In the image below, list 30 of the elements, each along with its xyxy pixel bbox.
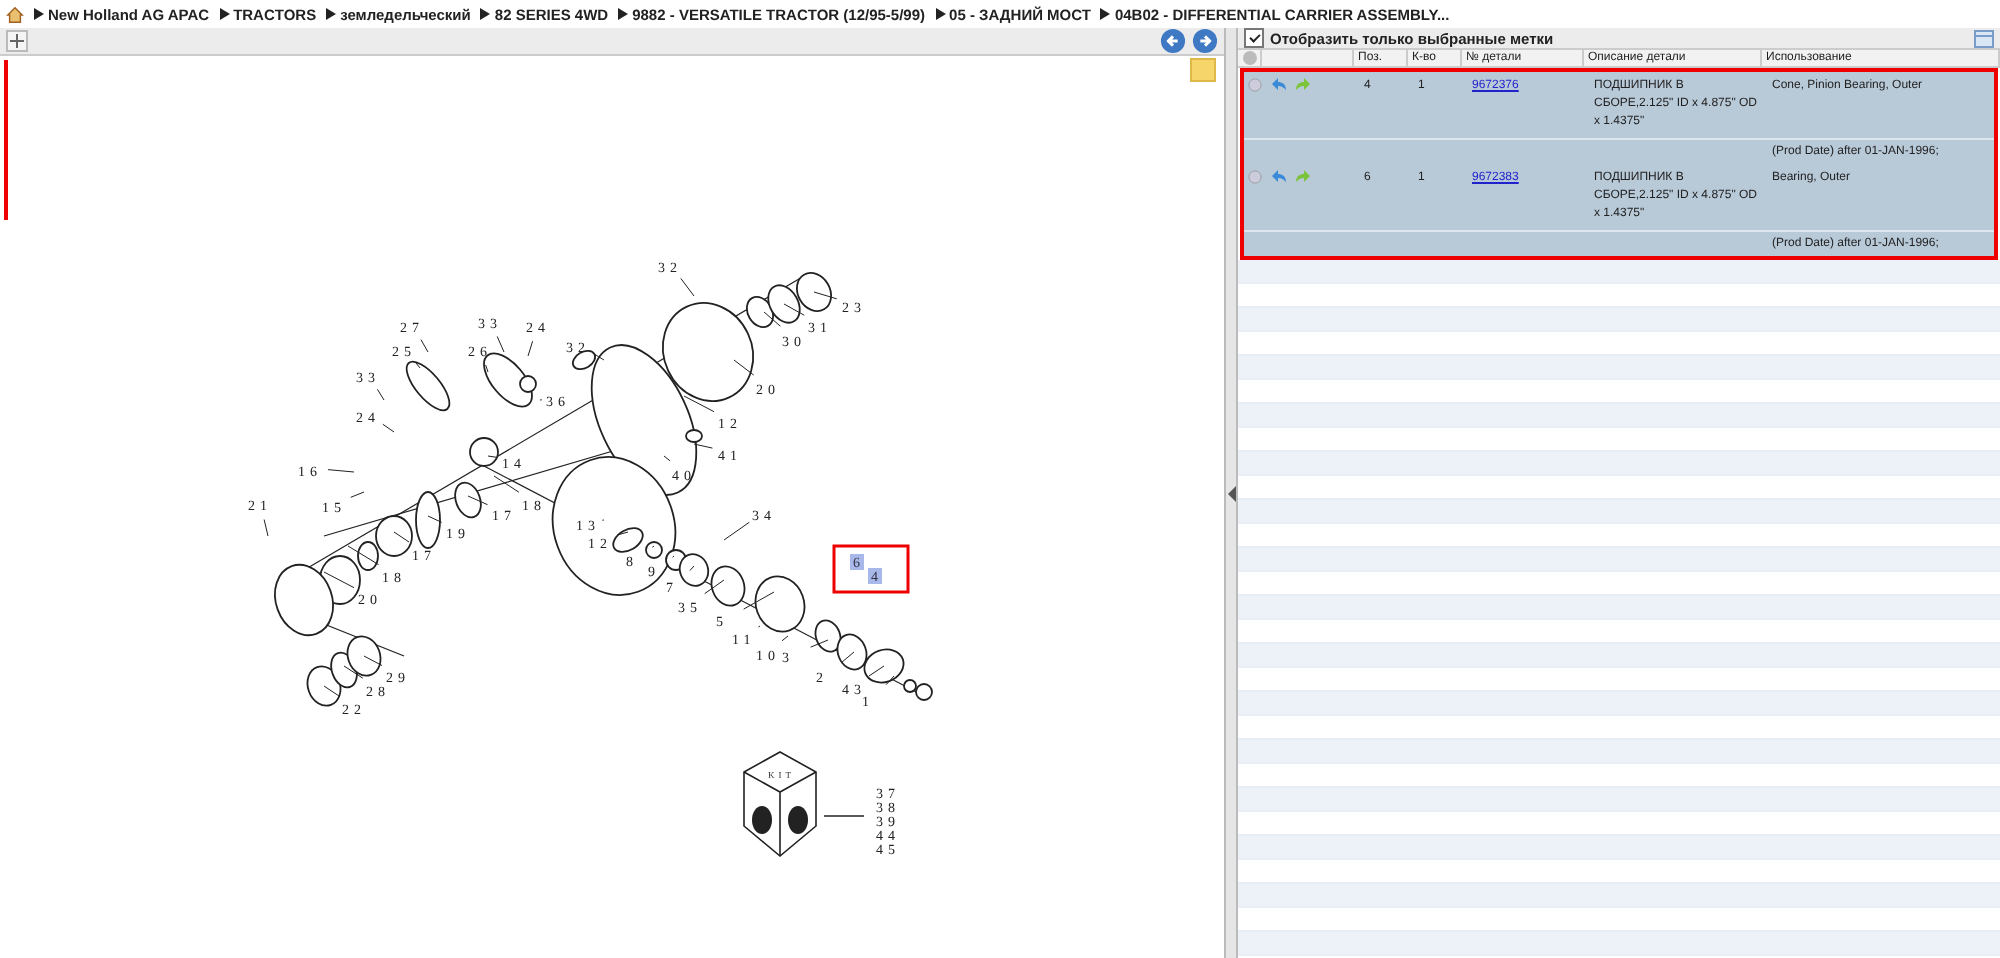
part-outline: [814, 619, 842, 653]
part-outline: [469, 437, 499, 467]
circle-icon[interactable]: [1242, 50, 1258, 66]
circle-icon[interactable]: [1248, 170, 1262, 184]
filter-checkbox[interactable]: [1244, 28, 1264, 48]
part-outline: [796, 272, 832, 312]
part-outline: [836, 633, 868, 671]
arrow-icon: [326, 8, 337, 20]
kit-box-drawing: [743, 751, 817, 858]
home-icon[interactable]: [6, 5, 24, 23]
back-arrow-icon[interactable]: [1160, 28, 1186, 54]
part-outline: [710, 565, 746, 607]
part-outline: [754, 575, 806, 633]
forward-arrow-icon[interactable]: [1192, 28, 1218, 54]
arrow-icon: [480, 8, 491, 20]
part-outline: [306, 665, 342, 707]
arrow-icon: [219, 8, 230, 20]
arrow-icon: [618, 8, 629, 20]
arrow-icon: [935, 8, 946, 20]
part-outline: [454, 481, 482, 519]
part-outline: [405, 360, 451, 412]
zoom-button[interactable]: [6, 30, 28, 52]
part-outline: [767, 284, 801, 324]
table-icon[interactable]: [1974, 29, 1994, 47]
part-outline: [346, 635, 382, 677]
arrow-icon: [34, 8, 44, 20]
splitter-handle[interactable]: [1224, 28, 1238, 958]
highlight-frame: [832, 544, 910, 594]
circle-icon[interactable]: [1248, 78, 1262, 92]
arrow-icon: [1100, 8, 1111, 20]
